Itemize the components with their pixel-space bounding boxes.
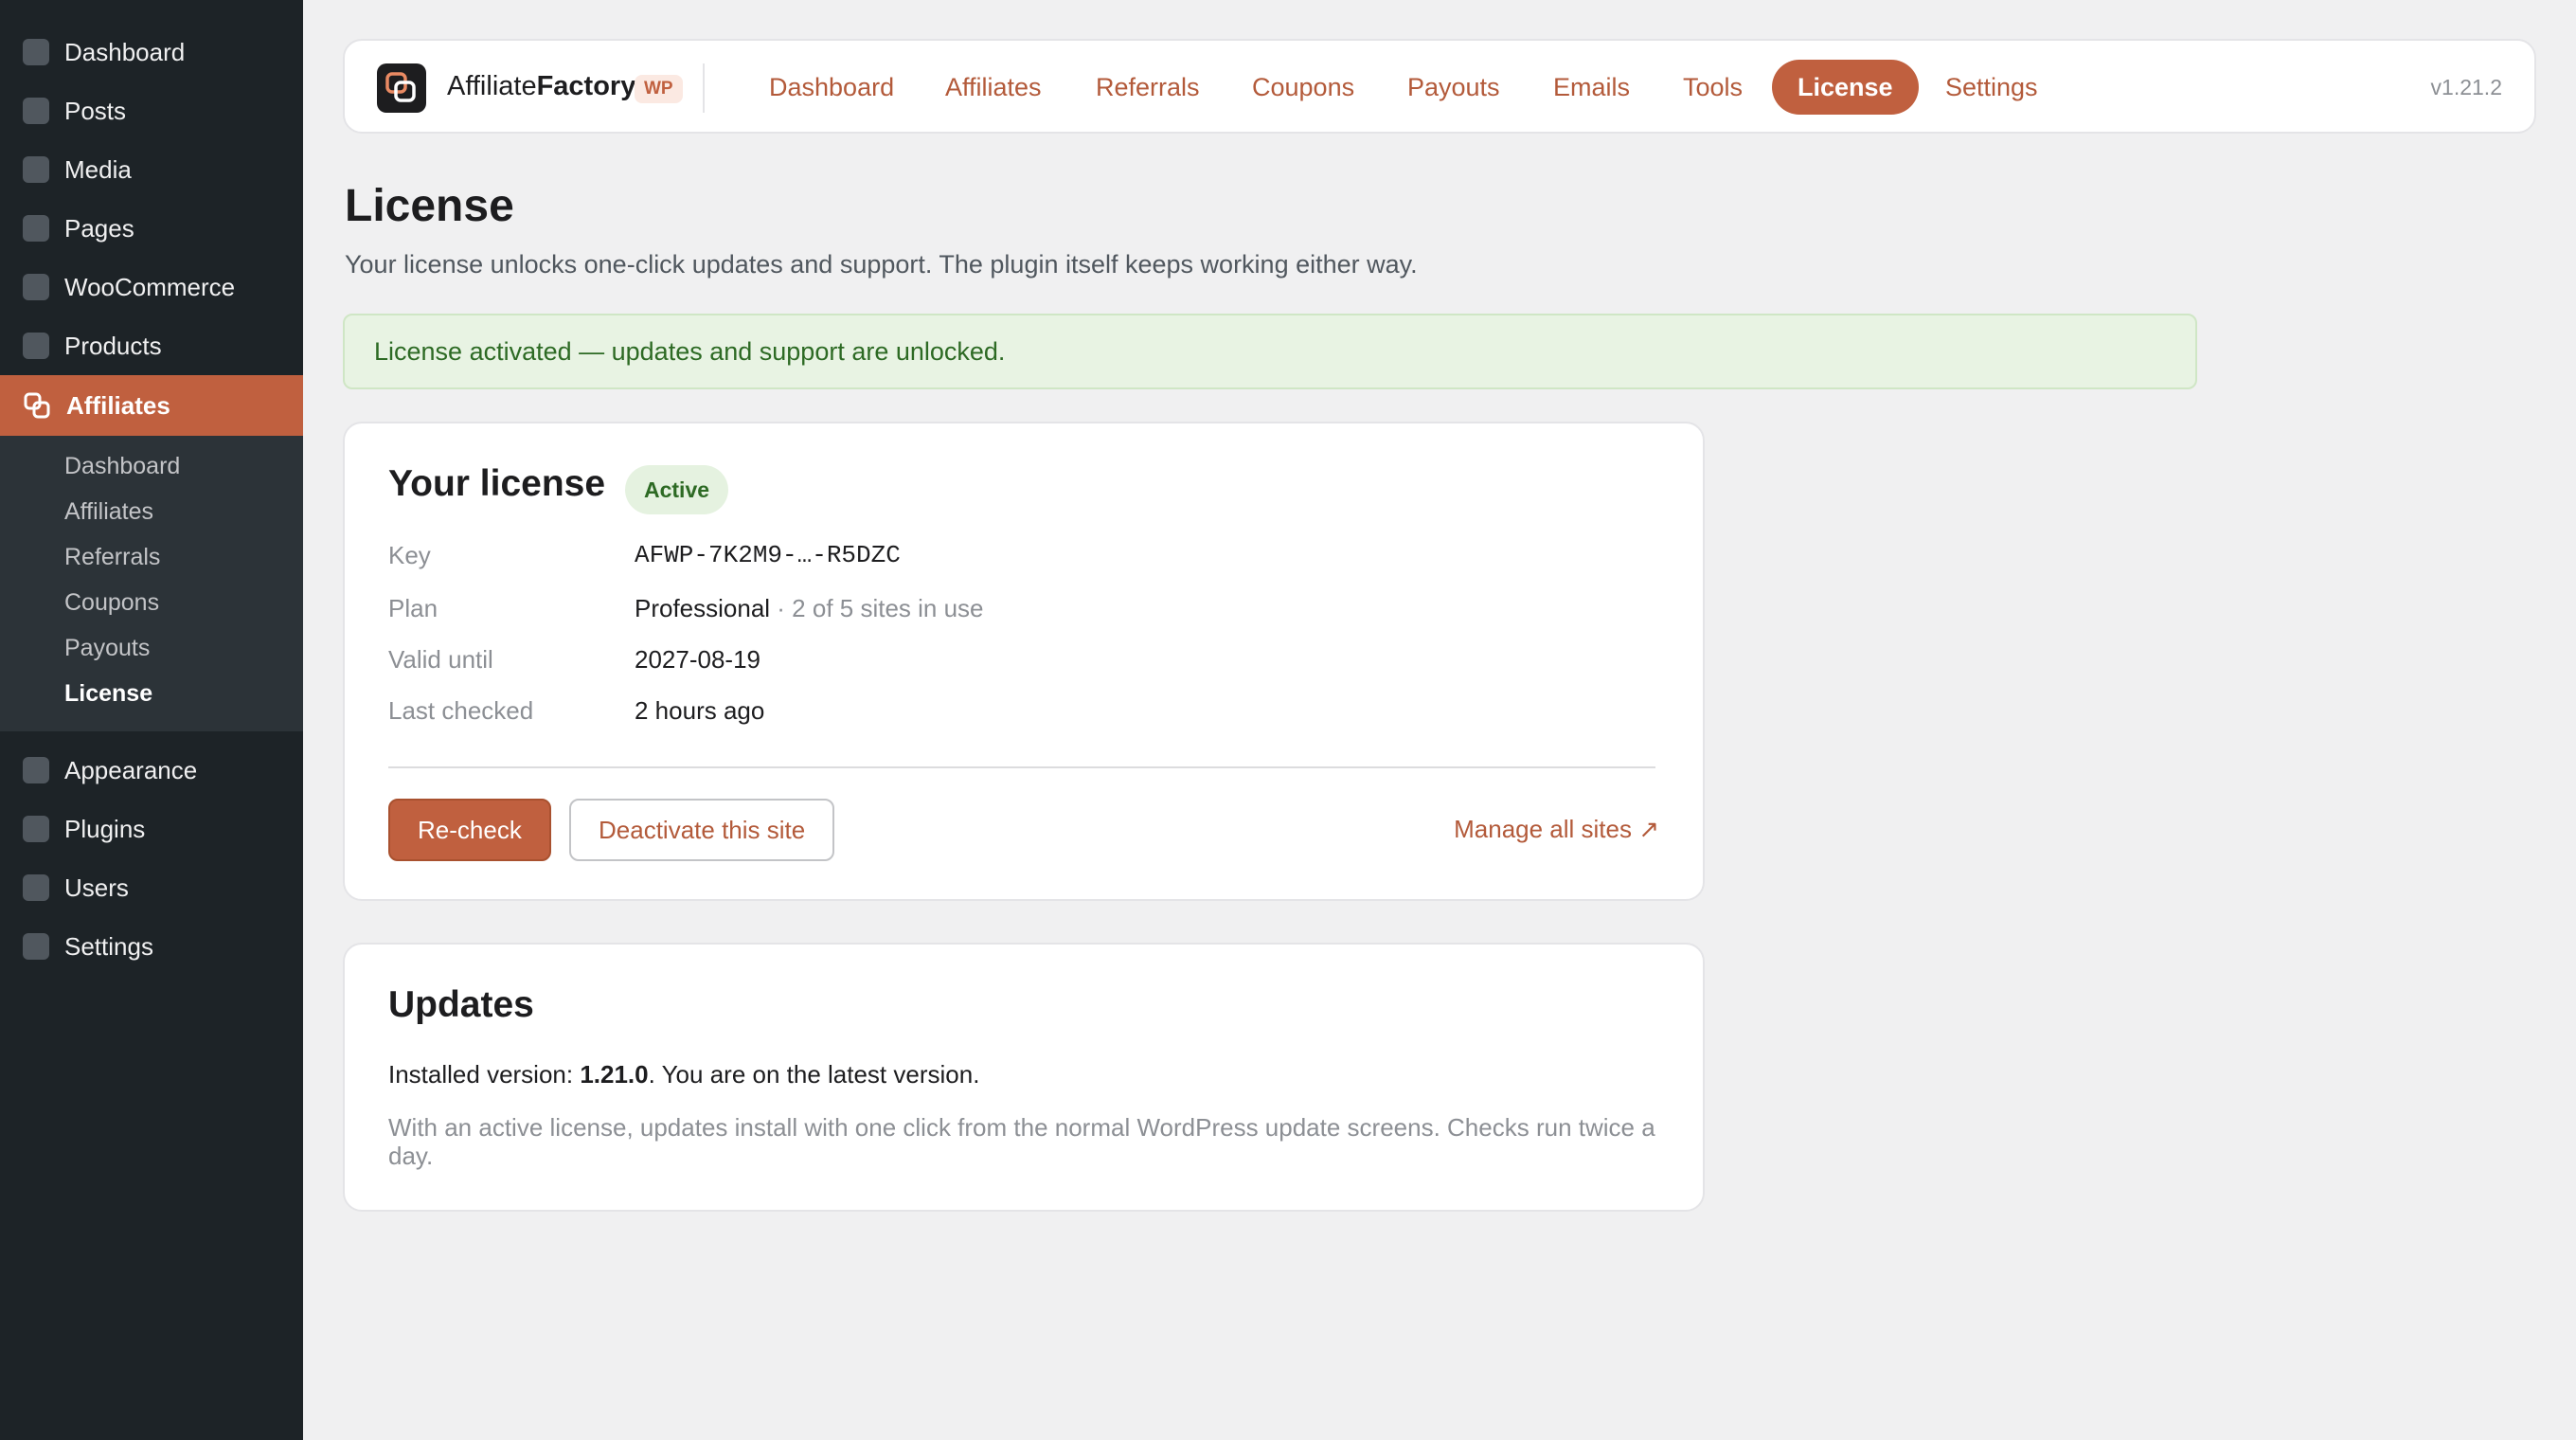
affiliate-icon [24, 392, 50, 419]
sites-in-use: · 2 of 5 sites in use [770, 594, 984, 622]
sidebar-item-woocommerce[interactable]: WooCommerce [0, 258, 303, 316]
sidebar-item-appearance[interactable]: Appearance [0, 741, 303, 800]
plan-value: Professional · 2 of 5 sites in use [635, 594, 984, 622]
menu-icon [23, 816, 49, 842]
tab-emails[interactable]: Emails [1553, 60, 1630, 115]
tab-license[interactable]: License [1772, 60, 1919, 115]
license-card-title: Your license [388, 463, 606, 504]
status-badge: Active [625, 465, 729, 514]
plan-label: Plan [388, 594, 438, 622]
divider [388, 766, 1655, 768]
menu-icon [23, 39, 49, 65]
recheck-button[interactable]: Re-check [388, 799, 551, 861]
valid-until-value: 2027-08-19 [635, 645, 760, 674]
license-card: Your license Active Key AFWP-7K2M9-…-R5D… [343, 422, 1705, 901]
sidebar-item-label: Users [64, 873, 129, 902]
menu-icon [23, 933, 49, 960]
tab-tools[interactable]: Tools [1683, 60, 1743, 115]
deactivate-button[interactable]: Deactivate this site [569, 799, 835, 861]
key-label: Key [388, 541, 431, 569]
updates-card-title: Updates [388, 984, 534, 1025]
sidebar-item-label: WooCommerce [64, 272, 236, 301]
sidebar-item-dashboard[interactable]: Dashboard [0, 23, 303, 81]
page-title: License [345, 181, 514, 231]
updates-note: With an active license, updates install … [388, 1113, 1655, 1170]
sidebar-item-plugins[interactable]: Plugins [0, 800, 303, 858]
submenu-item-coupons[interactable]: Coupons [0, 580, 303, 625]
plugin-top-nav: AffiliateFactory WP Dashboard Affiliates… [343, 39, 2536, 134]
last-checked-label: Last checked [388, 696, 534, 725]
admin-sidebar: Dashboard Posts Media Pages WooCommerce … [0, 0, 303, 1440]
brand-name: AffiliateFactory [447, 71, 636, 101]
submenu-item-payouts[interactable]: Payouts [0, 625, 303, 671]
submenu-item-affiliates[interactable]: Affiliates [0, 489, 303, 534]
menu-icon [23, 874, 49, 901]
installed-version: 1.21.0 [580, 1060, 649, 1089]
sidebar-item-posts[interactable]: Posts [0, 81, 303, 140]
sidebar-item-affiliates[interactable]: Affiliates [0, 375, 303, 436]
menu-icon [23, 156, 49, 183]
sidebar-item-label: Plugins [64, 814, 146, 843]
tab-affiliates[interactable]: Affiliates [945, 60, 1042, 115]
updates-card: Updates Installed version: 1.21.0. You a… [343, 943, 1705, 1212]
sidebar-item-label: Products [64, 331, 162, 360]
sidebar-item-label: Appearance [64, 755, 198, 784]
wp-badge: WP [635, 75, 683, 103]
menu-icon [23, 757, 49, 783]
menu-icon [23, 274, 49, 300]
sidebar-item-label: Posts [64, 96, 127, 125]
nav-divider [703, 63, 705, 113]
sidebar-item-label: Affiliates [66, 390, 170, 420]
tab-dashboard[interactable]: Dashboard [769, 60, 894, 115]
brand-logo-icon [377, 63, 426, 113]
tab-payouts[interactable]: Payouts [1407, 60, 1500, 115]
submenu-item-referrals[interactable]: Referrals [0, 534, 303, 580]
tab-referrals[interactable]: Referrals [1096, 60, 1200, 115]
sidebar-item-products[interactable]: Products [0, 316, 303, 375]
tab-coupons[interactable]: Coupons [1252, 60, 1354, 115]
sidebar-item-label: Dashboard [64, 37, 186, 66]
sidebar-item-users[interactable]: Users [0, 858, 303, 917]
last-checked-value: 2 hours ago [635, 696, 765, 725]
sidebar-item-settings[interactable]: Settings [0, 917, 303, 976]
affiliates-submenu: Dashboard Affiliates Referrals Coupons P… [0, 436, 303, 731]
manage-sites-link[interactable]: Manage all sites ↗ [1454, 815, 1659, 844]
menu-icon [23, 333, 49, 359]
menu-icon [23, 98, 49, 124]
submenu-item-license[interactable]: License [0, 671, 303, 716]
sidebar-item-media[interactable]: Media [0, 140, 303, 199]
sidebar-item-label: Pages [64, 213, 134, 243]
key-value: AFWP-7K2M9-…-R5DZC [635, 541, 901, 569]
installed-version-text: Installed version: 1.21.0. You are on th… [388, 1060, 980, 1089]
sidebar-item-label: Settings [64, 931, 153, 961]
submenu-item-dashboard[interactable]: Dashboard [0, 443, 303, 489]
plugin-version: v1.21.2 [2430, 75, 2502, 99]
tab-settings[interactable]: Settings [1945, 60, 2038, 115]
page-subtitle: Your license unlocks one-click updates a… [345, 250, 1418, 279]
valid-until-label: Valid until [388, 645, 493, 674]
sidebar-item-pages[interactable]: Pages [0, 199, 303, 258]
success-notice: License activated — updates and support … [343, 314, 2197, 389]
sidebar-item-label: Media [64, 154, 132, 184]
menu-icon [23, 215, 49, 242]
